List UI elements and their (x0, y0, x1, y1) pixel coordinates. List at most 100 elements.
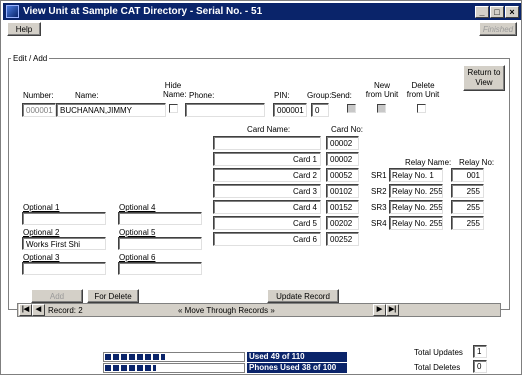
card-row[interactable]: Card 6 00252 (213, 232, 359, 246)
optional-3-field[interactable] (22, 262, 106, 275)
card-name-field[interactable]: Card 4 (213, 200, 321, 214)
relay-no-field[interactable]: 001 (451, 168, 484, 182)
new-from-unit-header: New from Unit (365, 81, 399, 99)
card-no-field[interactable]: 00202 (326, 216, 359, 230)
optional-2-label: Optional 2 (23, 228, 60, 237)
total-updates-label: Total Updates (414, 348, 463, 357)
minimize-icon[interactable]: _ (475, 5, 489, 18)
units-used-progress (103, 352, 245, 362)
card-row[interactable]: 00002 (213, 136, 359, 150)
relay-row: SR2 Relay No. 255 255 (371, 184, 491, 198)
phones-used-progress (103, 363, 245, 373)
last-record-icon[interactable]: ▶| (386, 304, 399, 316)
optional-4-field[interactable] (118, 212, 202, 225)
app-window: View Unit at Sample CAT Directory - Seri… (0, 0, 522, 375)
card-name-field[interactable]: Card 3 (213, 184, 321, 198)
return-to-view-button[interactable]: Return to View (463, 65, 505, 91)
card-no-header: Card No: (331, 125, 364, 134)
pin-field[interactable]: 000001 (273, 103, 307, 117)
first-record-icon[interactable]: |◀ (19, 304, 32, 316)
card-row[interactable]: Card 5 00202 (213, 216, 359, 230)
card-no-field[interactable]: 00252 (326, 232, 359, 246)
relay-row: SR4 Relay No. 255 255 (371, 216, 491, 230)
relay-no-header: Relay No: (459, 158, 495, 167)
new-from-unit-checkbox[interactable] (377, 104, 386, 113)
number-header: Number: (23, 91, 54, 100)
card-name-field[interactable]: Card 5 (213, 216, 321, 230)
for-delete-button[interactable]: For Delete (87, 289, 139, 303)
card-no-field[interactable]: 00002 (326, 136, 359, 150)
relay-row: SR3 Relay No. 255 255 (371, 200, 491, 214)
optional-1-field[interactable] (22, 212, 106, 225)
card-name-field[interactable] (213, 136, 321, 150)
optional-2-field[interactable]: Works First Shi (22, 237, 106, 250)
card-no-field[interactable]: 00102 (326, 184, 359, 198)
pin-header: PIN: (274, 91, 290, 100)
help-button[interactable]: Help (7, 22, 41, 36)
phone-field[interactable] (185, 103, 265, 117)
app-icon (6, 5, 19, 18)
relay-no-field[interactable]: 255 (451, 200, 484, 214)
relay-row: SR1 Relay No. 1 001 (371, 168, 491, 182)
relay-code: SR3 (371, 203, 387, 212)
optional-1-label: Optional 1 (23, 203, 60, 212)
record-position: Record: 2 (48, 306, 83, 315)
optional-4-label: Optional 4 (119, 203, 156, 212)
relay-code: SR1 (371, 171, 387, 180)
previous-record-icon[interactable]: ◀ (32, 304, 45, 316)
card-row[interactable]: Card 1 00002 (213, 152, 359, 166)
title-bar: View Unit at Sample CAT Directory - Seri… (3, 3, 521, 20)
close-icon[interactable]: × (505, 5, 519, 18)
card-name-field[interactable]: Card 6 (213, 232, 321, 246)
maximize-icon[interactable]: □ (490, 5, 504, 18)
send-checkbox[interactable] (347, 104, 356, 113)
card-row[interactable]: Card 4 00152 (213, 200, 359, 214)
card-name-field[interactable]: Card 1 (213, 152, 321, 166)
relay-name-field[interactable]: Relay No. 255 (389, 184, 443, 198)
add-button[interactable]: Add (31, 289, 83, 303)
relay-name-field[interactable]: Relay No. 255 (389, 216, 443, 230)
relay-code: SR2 (371, 187, 387, 196)
group-header: Group: (307, 91, 332, 100)
update-record-button[interactable]: Update Record (267, 289, 339, 303)
card-name-header: Card Name: (247, 125, 291, 134)
card-name-field[interactable]: Card 2 (213, 168, 321, 182)
card-no-field[interactable]: 00052 (326, 168, 359, 182)
relay-no-field[interactable]: 255 (451, 184, 484, 198)
relay-name-header: Relay Name: (405, 158, 452, 167)
card-no-field[interactable]: 00152 (326, 200, 359, 214)
record-navigator: |◀ ◀ Record: 2 « Move Through Records » … (17, 303, 501, 317)
total-deletes-field: 0 (473, 360, 487, 373)
optional-5-label: Optional 5 (119, 228, 156, 237)
delete-from-unit-checkbox[interactable] (417, 104, 426, 113)
number-field[interactable]: 000001 (22, 103, 56, 117)
optional-5-field[interactable] (118, 237, 202, 250)
card-row[interactable]: Card 3 00102 (213, 184, 359, 198)
relay-code: SR4 (371, 219, 387, 228)
relay-name-field[interactable]: Relay No. 255 (389, 200, 443, 214)
total-deletes-label: Total Deletes (414, 363, 461, 372)
relay-no-field[interactable]: 255 (451, 216, 484, 230)
finished-button[interactable]: Finished (479, 22, 517, 36)
optional-3-label: Optional 3 (23, 253, 60, 262)
send-header: Send: (331, 91, 352, 100)
group-field[interactable]: 0 (311, 103, 329, 117)
move-through-records-text: « Move Through Records » (178, 306, 275, 315)
units-used-text: Used 49 of 110 (247, 352, 347, 362)
phones-used-fill (105, 365, 157, 371)
delete-from-unit-header: Delete from Unit (406, 81, 440, 99)
name-field[interactable]: BUCHANAN,JIMMY (56, 103, 166, 117)
window-title: View Unit at Sample CAT Directory - Seri… (23, 6, 263, 17)
relay-name-field[interactable]: Relay No. 1 (389, 168, 443, 182)
name-header: Name: (75, 91, 99, 100)
card-no-field[interactable]: 00002 (326, 152, 359, 166)
optional-6-field[interactable] (118, 262, 202, 275)
total-updates-field: 1 (473, 345, 487, 358)
card-row[interactable]: Card 2 00052 (213, 168, 359, 182)
hide-name-header: Hide Name: (163, 81, 187, 99)
optional-6-label: Optional 6 (119, 253, 156, 262)
hide-name-checkbox[interactable] (169, 104, 178, 113)
units-used-fill (105, 354, 166, 360)
toolbar: Help Finished (3, 21, 521, 37)
next-record-icon[interactable]: ▶ (373, 304, 386, 316)
